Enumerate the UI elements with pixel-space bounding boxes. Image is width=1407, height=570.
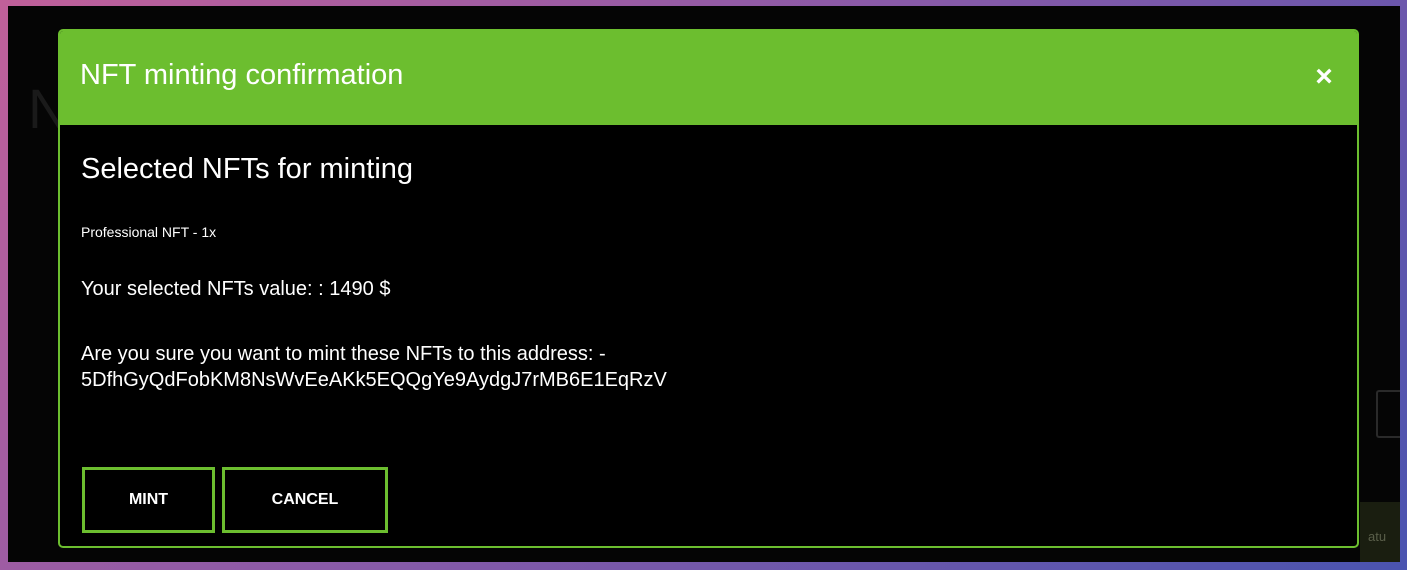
confirm-prompt: Are you sure you want to mint these NFTs… <box>81 343 606 365</box>
cancel-button[interactable]: CANCEL <box>222 467 388 533</box>
section-heading: Selected NFTs for minting <box>81 153 414 185</box>
mint-button[interactable]: MINT <box>82 467 215 533</box>
close-icon[interactable]: × <box>1309 59 1339 95</box>
window-frame: N atu NFT minting confirmation × Selecte… <box>0 0 1407 570</box>
background-strip-text: atu <box>1368 529 1387 544</box>
wallet-address: 5DfhGyQdFobKM8NsWvEeAKk5EQQgYe9AydgJ7rMB… <box>81 369 667 391</box>
selected-nft-item: Professional NFT - 1x <box>81 224 217 240</box>
background-control <box>1376 390 1400 438</box>
modal-header: NFT minting confirmation × <box>60 31 1357 125</box>
selected-value: Your selected NFTs value: : 1490 $ <box>81 278 391 300</box>
confirm-message: Are you sure you want to mint these NFTs… <box>81 341 667 393</box>
mint-confirmation-modal: NFT minting confirmation × Selected NFTs… <box>58 29 1359 548</box>
modal-title: NFT minting confirmation <box>80 59 404 91</box>
app-screen: N atu NFT minting confirmation × Selecte… <box>8 6 1400 562</box>
